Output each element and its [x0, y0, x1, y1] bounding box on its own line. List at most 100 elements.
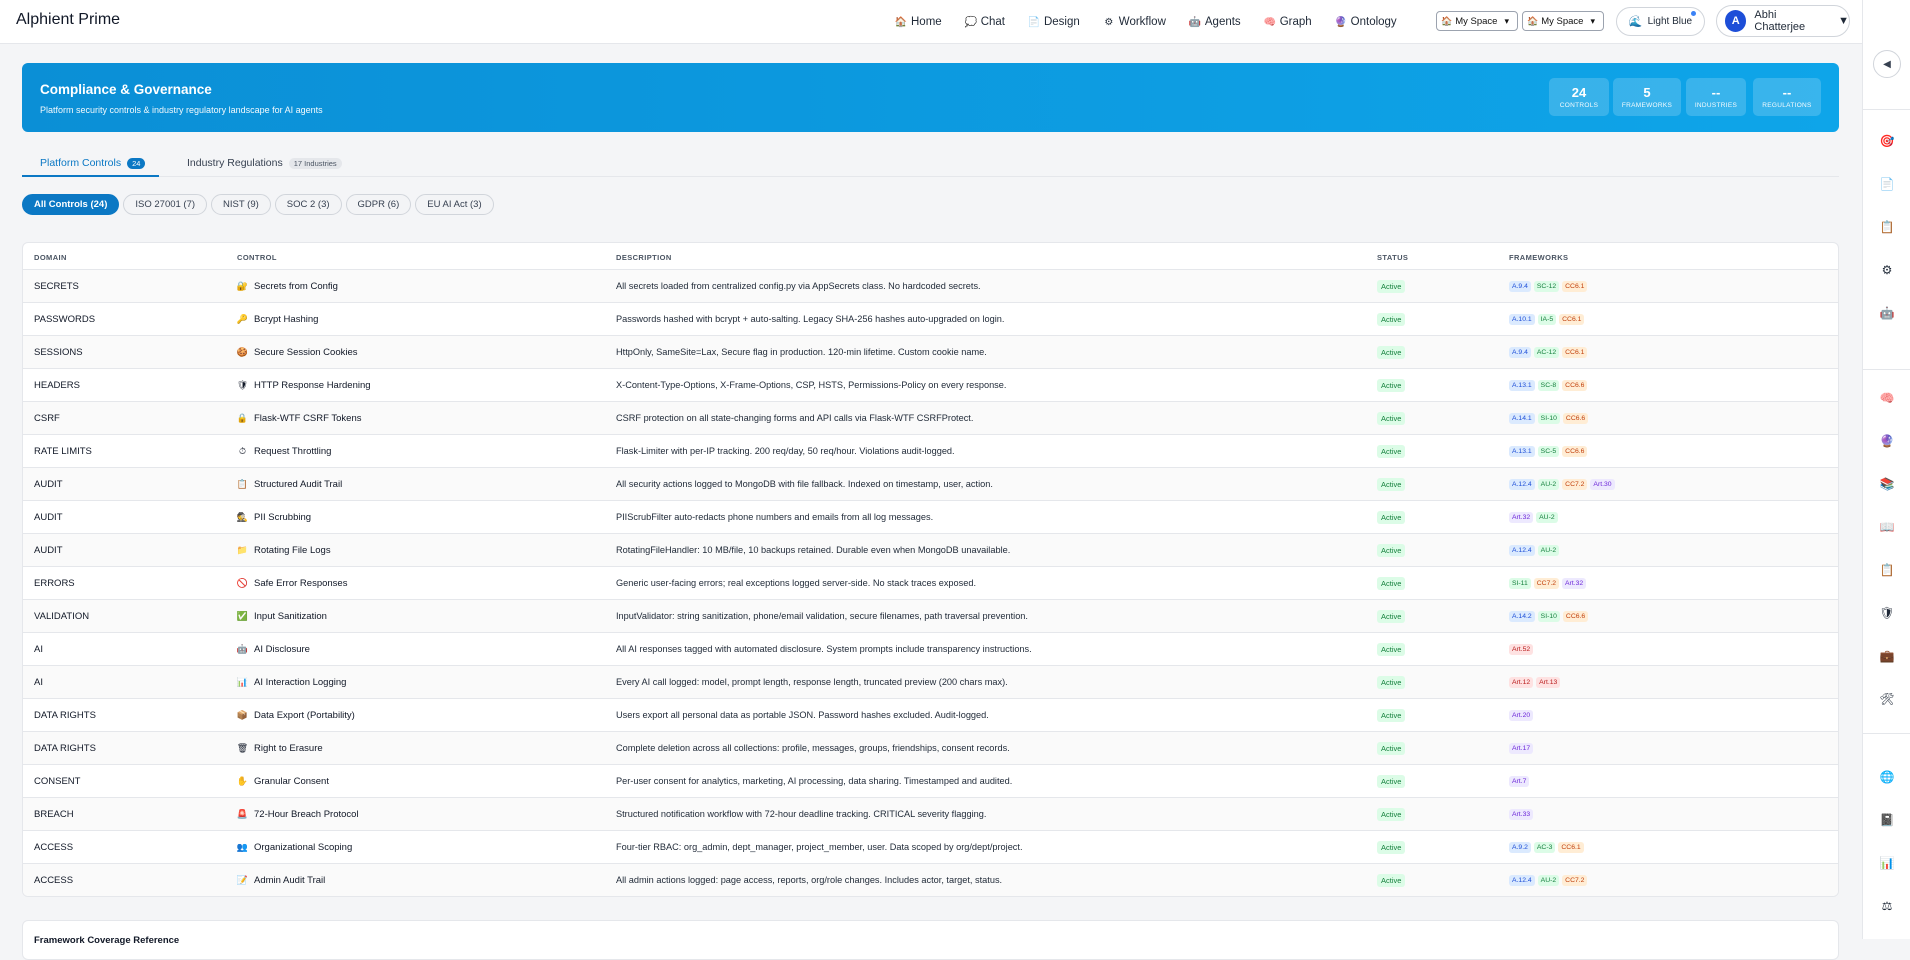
control-icon: 🔐	[236, 280, 249, 291]
nav-item-label: Workflow	[1118, 16, 1166, 28]
frameworks-cell: Art.20	[1509, 699, 1534, 731]
domain-cell: BREACH	[34, 808, 74, 820]
status-cell: Active	[1377, 369, 1406, 401]
nav-item-design[interactable]: 📄 Design	[1017, 0, 1092, 44]
notebook-icon[interactable]: 📓	[1879, 812, 1895, 828]
table-row[interactable]: AUDIT 📁 Rotating File Logs RotatingFileHand…	[23, 534, 1838, 567]
description-cell: HttpOnly, SameSite=Lax, Secure flag in p…	[616, 347, 987, 357]
gear-icon[interactable]: ⚙	[1879, 262, 1895, 278]
shield-icon[interactable]: 🛡	[1879, 605, 1895, 621]
tab-platform-controls[interactable]: Platform Controls 24	[22, 152, 160, 177]
control-name: Bcrypt Hashing	[254, 313, 319, 325]
framework-tag: Art.52	[1509, 643, 1534, 655]
control-icon: 📁	[236, 544, 249, 555]
description-cell: Generic user-facing errors; real excepti…	[616, 578, 977, 588]
space-select-secondary[interactable]: 🏠 My Space ▾	[1522, 11, 1604, 31]
table-row[interactable]: ACCESS 👥 Organizational Scoping Four-tier R…	[23, 831, 1838, 864]
user-menu-button[interactable]: A Abhi Chatterjee ▼	[1716, 5, 1850, 37]
robot-icon[interactable]: 🤖	[1879, 305, 1895, 321]
table-row[interactable]: DATA RIGHTS 📦 Data Export (Portability) Use…	[23, 699, 1838, 732]
clipboard-icon[interactable]: 📋	[1879, 219, 1895, 235]
filter-chip[interactable]: ISO 27001 (7)	[123, 194, 208, 215]
domain-cell: AUDIT	[34, 511, 63, 523]
divider	[1863, 369, 1910, 370]
nav-item-workflow[interactable]: ⚙ Workflow	[1092, 0, 1178, 44]
table-row[interactable]: PASSWORDS 🔑 Bcrypt Hashing Passwords hashed…	[23, 303, 1838, 336]
table-row[interactable]: ERRORS 🚫 Safe Error Responses Generic user-…	[23, 567, 1838, 600]
nav-item-label: Agents	[1204, 16, 1241, 28]
control-cell: 🗑 Right to Erasure	[237, 732, 323, 764]
table-row[interactable]: RATE LIMITS ⏱ Request Throttling Flask-Limi…	[23, 435, 1838, 468]
theme-toggle-button[interactable]: 🌊 Light Blue	[1616, 7, 1705, 36]
clipboard2-icon[interactable]: 📋	[1879, 562, 1895, 578]
table-row[interactable]: SESSIONS 🍪 Secure Session Cookies HttpOnly,…	[23, 336, 1838, 369]
filter-chip[interactable]: EU AI Act (3)	[415, 194, 494, 215]
status-badge: Active	[1377, 873, 1406, 887]
briefcase-icon[interactable]: 💼	[1879, 648, 1895, 664]
framework-tag: CC6.6	[1562, 379, 1588, 391]
scales-icon[interactable]: ⚖	[1879, 898, 1895, 914]
tab-industry-regulations[interactable]: Industry Regulations 17 Industries	[187, 152, 342, 177]
framework-tag: AU-2	[1537, 478, 1560, 490]
table-row[interactable]: CONSENT ✋ Granular Consent Per-user consent…	[23, 765, 1838, 798]
nav-item-ontology[interactable]: 🔮 Ontology	[1324, 0, 1409, 44]
framework-tag: Art.12	[1509, 676, 1534, 688]
brain-icon[interactable]: 🧠	[1879, 390, 1895, 406]
tools-icon[interactable]: 🛠	[1879, 691, 1895, 707]
robot-icon: 🤖	[1188, 16, 1202, 28]
nav-item-home[interactable]: 🏠 Home	[884, 0, 954, 44]
status-cell: Active	[1377, 732, 1406, 764]
status-cell: Active	[1377, 270, 1406, 302]
table-row[interactable]: BREACH 🚨 72-Hour Breach Protocol Structured…	[23, 798, 1838, 831]
ontology-icon: 🔮	[1334, 16, 1347, 28]
framework-tag: CC6.1	[1562, 280, 1588, 292]
filter-chip[interactable]: All Controls (24)	[22, 194, 120, 215]
status-cell: Active	[1377, 567, 1406, 599]
framework-tag: AU-2	[1536, 511, 1558, 523]
control-cell: 📦 Data Export (Portability)	[237, 699, 355, 731]
control-name: HTTP Response Hardening	[254, 379, 371, 391]
nav-item-graph[interactable]: 🧠 Graph	[1253, 0, 1324, 44]
target-icon[interactable]: 🎯	[1879, 133, 1895, 149]
control-icon: 👥	[236, 841, 249, 852]
collapse-sidebar-button[interactable]: ◀	[1873, 50, 1901, 78]
section-title: Framework Coverage Reference	[34, 935, 180, 946]
control-icon: 🔒	[236, 412, 249, 423]
chart-icon[interactable]: 📊	[1879, 855, 1895, 871]
frameworks-cell: SI-11 CC7.2 Art.32	[1509, 567, 1587, 599]
globe-icon[interactable]: 🌐	[1879, 769, 1895, 785]
nav-item-chat[interactable]: 💭 Chat	[954, 0, 1017, 44]
domain-cell: AI	[34, 643, 43, 655]
filter-chip[interactable]: SOC 2 (3)	[274, 194, 342, 215]
nav-item-agents[interactable]: 🤖 Agents	[1178, 0, 1253, 44]
framework-tag: AU-2	[1537, 874, 1560, 886]
table-row[interactable]: VALIDATION ✅ Input Sanitization InputValida…	[23, 600, 1838, 633]
table-row[interactable]: ACCESS 📝 Admin Audit Trail All admin action…	[23, 864, 1838, 896]
control-name: Organizational Scoping	[254, 841, 353, 853]
frameworks-cell: A.14.1 SI-10 CC6.6	[1509, 402, 1589, 434]
control-name: Admin Audit Trail	[254, 874, 326, 886]
filter-chip[interactable]: NIST (9)	[211, 194, 271, 215]
space-select-primary[interactable]: 🏠 My Space ▾	[1436, 11, 1518, 31]
table-row[interactable]: SECRETS 🔐 Secrets from Config All secrets l…	[23, 270, 1838, 303]
table-row[interactable]: DATA RIGHTS 🗑 Right to Erasure Complete del…	[23, 732, 1838, 765]
table-row[interactable]: HEADERS 🛡 HTTP Response Hardening X-Content…	[23, 369, 1838, 402]
table-row[interactable]: AUDIT 📋 Structured Audit Trail All security…	[23, 468, 1838, 501]
domain-cell: SESSIONS	[34, 346, 83, 358]
table-row[interactable]: AI 🤖 AI Disclosure All AI responses tagged …	[23, 633, 1838, 666]
description-cell: Four-tier RBAC: org_admin, dept_manager,…	[616, 842, 1023, 852]
control-cell: 📁 Rotating File Logs	[237, 534, 331, 566]
document-icon[interactable]: 📄	[1879, 176, 1895, 192]
books-icon[interactable]: 📚	[1879, 476, 1895, 492]
ontology-icon[interactable]: 🔮	[1879, 433, 1895, 449]
space-icon: 🏠	[1527, 15, 1539, 26]
app-title[interactable]: Alphient Prime	[16, 11, 120, 29]
table-row[interactable]: CSRF 🔒 Flask-WTF CSRF Tokens CSRF protectio…	[23, 402, 1838, 435]
table-row[interactable]: AI 📊 AI Interaction Logging Every AI call l…	[23, 666, 1838, 699]
table-row[interactable]: AUDIT 🕵 PII Scrubbing PIIScrubFilter auto-r…	[23, 501, 1838, 534]
book-icon[interactable]: 📖	[1879, 519, 1895, 535]
status-cell: Active	[1377, 468, 1406, 500]
right-sidebar: ◀ 🎯 📄 📋 ⚙ 🤖 🧠 🔮 📚 📖 📋 🛡 💼 🛠 🌐 📓 📊 ⚖	[1862, 0, 1910, 939]
filter-chip[interactable]: GDPR (6)	[345, 194, 412, 215]
framework-tag: CC6.1	[1559, 313, 1585, 325]
